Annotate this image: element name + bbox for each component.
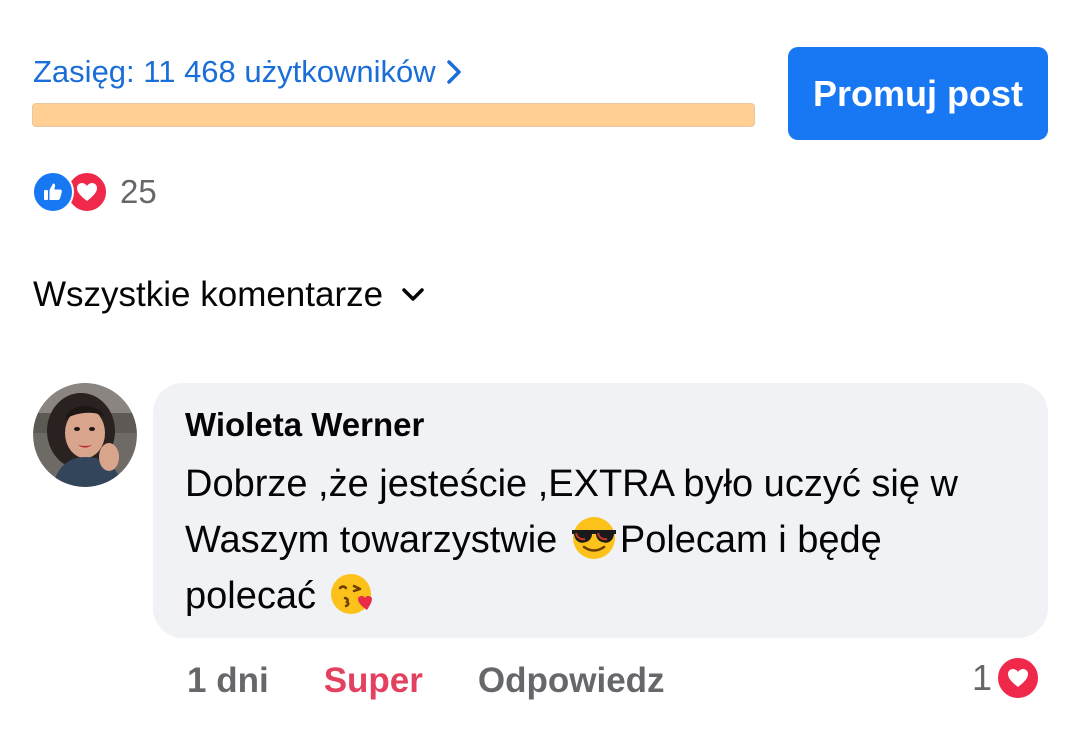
comment-reactions[interactable]: 1	[972, 655, 1041, 701]
like-comment-button[interactable]: Super	[324, 661, 423, 701]
reply-button[interactable]: Odpowiedz	[478, 661, 665, 701]
reach-link[interactable]: Zasięg: 11 468 użytkowników	[33, 50, 462, 94]
reach-progress-bar	[32, 103, 755, 127]
comments-filter-label: Wszystkie komentarze	[33, 275, 384, 314]
reach-label: Zasięg: 11 468 użytkowników	[33, 54, 436, 89]
love-icon	[996, 656, 1041, 700]
promote-post-button[interactable]: Promuj post	[788, 47, 1048, 140]
like-icon	[32, 171, 74, 213]
post-reactions[interactable]: 25	[32, 170, 157, 214]
chevron-down-icon	[401, 287, 425, 303]
comment-text: Dobrze ,że jesteście ,EXTRA było uczyć s…	[185, 457, 1015, 624]
avatar[interactable]	[33, 383, 137, 487]
comment-actions: 1 dni Super Odpowiedz	[187, 656, 665, 706]
comment-reaction-count: 1	[972, 657, 993, 698]
comment-author[interactable]: Wioleta Werner	[185, 405, 1018, 445]
comment-bubble: Wioleta Werner Dobrze ,że jesteście ,EXT…	[153, 383, 1048, 638]
reaction-count: 25	[120, 173, 157, 210]
comment-timestamp: 1 dni	[187, 661, 269, 700]
smiling-face-with-sunglasses-icon	[568, 512, 620, 560]
comments-filter-dropdown[interactable]: Wszystkie komentarze	[33, 272, 425, 318]
face-blowing-a-kiss-icon	[327, 568, 379, 616]
chevron-right-icon	[446, 59, 462, 85]
